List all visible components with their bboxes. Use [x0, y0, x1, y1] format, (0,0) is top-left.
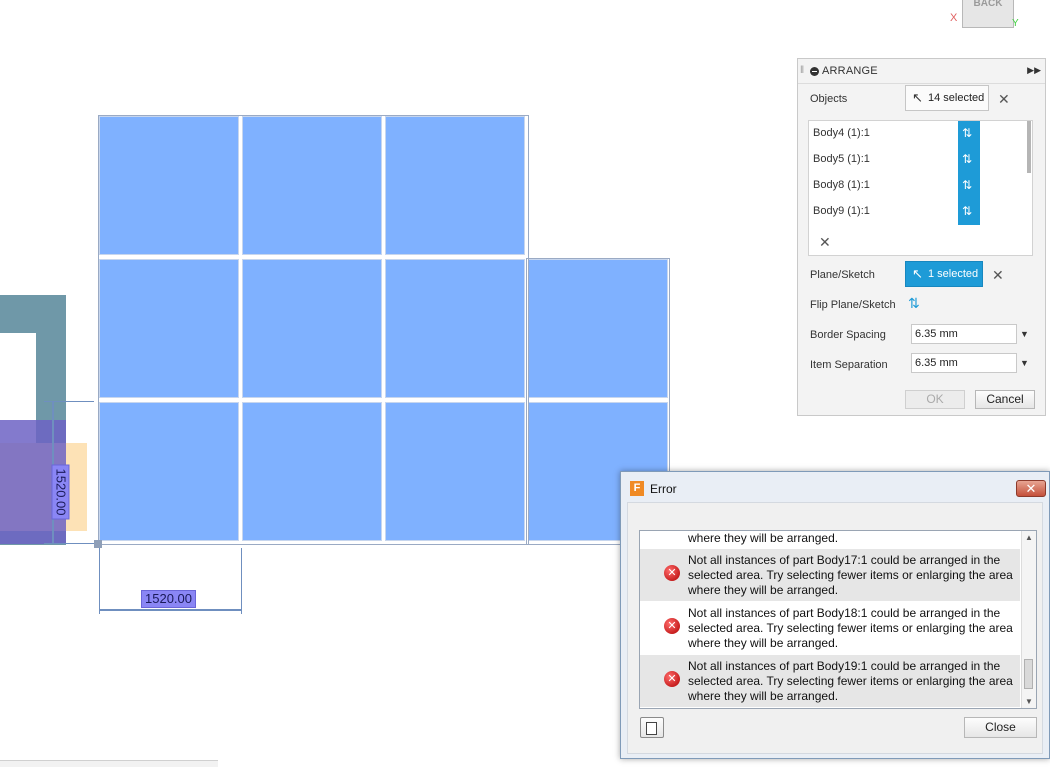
view-cube-face-label: BACK: [973, 0, 1003, 9]
cursor-icon: ↖: [912, 266, 923, 281]
axis-x-label: X: [950, 12, 958, 24]
item-separation-label: Item Separation: [810, 359, 888, 371]
flip-body-icon[interactable]: ⇅: [958, 121, 980, 147]
error-message-partial: where they will be arranged.: [688, 531, 839, 545]
view-cube[interactable]: BACK: [962, 0, 1014, 28]
flip-body-icon[interactable]: ⇅: [958, 147, 980, 173]
bodies-list: Body4 (1):1 Body5 (1):1 Body8 (1):1 Body…: [808, 120, 1033, 256]
dimension-extension: [44, 543, 98, 544]
close-icon[interactable]: ✕: [1016, 480, 1046, 497]
flip-plane-icon[interactable]: ⇅: [908, 295, 920, 312]
error-icon: ✕: [664, 618, 680, 634]
flip-body-icon[interactable]: ⇅: [958, 173, 980, 199]
app-logo-icon: F: [630, 481, 644, 496]
list-scrollbar[interactable]: [1026, 121, 1032, 225]
axis-y-label: Y: [1012, 18, 1019, 29]
dimension-extension: [241, 548, 242, 614]
error-message: ✕ Not all instances of part Body19:1 cou…: [640, 655, 1020, 707]
list-item[interactable]: Body5 (1):1: [813, 153, 870, 165]
dimension-label-vertical[interactable]: 1520.00: [51, 464, 70, 520]
panel-title: ARRANGE: [822, 65, 878, 77]
list-item[interactable]: Body4 (1):1: [813, 127, 870, 139]
cursor-icon: ↖: [912, 90, 923, 105]
plane-selected-count: 1 selected: [928, 268, 979, 280]
clear-objects-icon[interactable]: ✕: [998, 92, 1010, 106]
origin-point: [94, 540, 102, 548]
clear-plane-icon[interactable]: ✕: [992, 268, 1004, 282]
panel-header: ‖ ARRANGE ▶▶: [798, 59, 1045, 84]
chevron-down-icon[interactable]: ▼: [1020, 329, 1029, 339]
dimension-line-horizontal: [99, 609, 242, 611]
objects-selected-count: 14 selected: [928, 92, 985, 104]
tile[interactable]: [99, 402, 239, 541]
dimension-label-horizontal[interactable]: 1520.00: [141, 590, 196, 608]
error-icon: ✕: [664, 671, 680, 687]
flip-body-icon[interactable]: ⇅: [958, 199, 980, 225]
tile[interactable]: [528, 259, 668, 398]
border-spacing-input[interactable]: 6.35 mm: [911, 324, 1017, 344]
tile[interactable]: [242, 116, 382, 255]
dimension-extension: [99, 548, 100, 614]
expand-arrows-icon[interactable]: ▶▶: [1027, 65, 1041, 76]
message-scrollbar[interactable]: ▲ ▼: [1021, 531, 1036, 708]
error-message: ✕ Not all instances of part Body17:1 cou…: [640, 549, 1020, 601]
error-message-list[interactable]: where they will be arranged. ✕ Not all i…: [639, 530, 1037, 709]
error-dialog: F Error ✕ where they will be arranged. ✕…: [620, 471, 1050, 759]
error-icon: ✕: [664, 565, 680, 581]
tile[interactable]: [242, 259, 382, 398]
tile[interactable]: [242, 402, 382, 541]
cancel-button[interactable]: Cancel: [975, 390, 1035, 409]
objects-label: Objects: [810, 93, 848, 105]
chevron-down-icon[interactable]: ▼: [1020, 358, 1029, 368]
remove-body-icon[interactable]: ✕: [819, 235, 831, 249]
copy-icon[interactable]: [640, 717, 664, 738]
border-spacing-label: Border Spacing: [810, 329, 886, 341]
close-button[interactable]: Close: [964, 717, 1037, 738]
item-separation-input[interactable]: 6.35 mm: [911, 353, 1017, 373]
dimension-extension: [44, 401, 94, 402]
flip-plane-label: Flip Plane/Sketch: [810, 299, 896, 311]
tile[interactable]: [385, 259, 525, 398]
tile[interactable]: [385, 402, 525, 541]
error-message: ✕ Not all instances of part Body18:1 cou…: [640, 602, 1020, 654]
tile[interactable]: [385, 116, 525, 255]
panel-grip[interactable]: ‖: [800, 65, 804, 76]
dialog-title: Error: [650, 482, 677, 496]
tile[interactable]: [99, 116, 239, 255]
plane-sketch-label: Plane/Sketch: [810, 269, 875, 281]
collapse-icon[interactable]: [810, 67, 819, 76]
list-item[interactable]: Body9 (1):1: [813, 205, 870, 217]
tile[interactable]: [99, 259, 239, 398]
objects-selection-button[interactable]: ↖ 14 selected: [905, 85, 989, 111]
plane-selection-button[interactable]: ↖ 1 selected: [905, 261, 983, 287]
ok-button[interactable]: OK: [905, 390, 965, 409]
list-item[interactable]: Body8 (1):1: [813, 179, 870, 191]
